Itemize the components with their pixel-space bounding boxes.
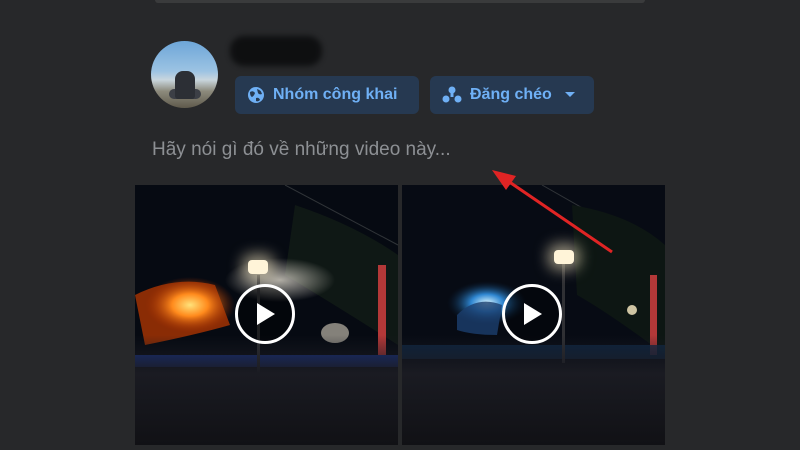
- annotation-arrow: [492, 170, 613, 254]
